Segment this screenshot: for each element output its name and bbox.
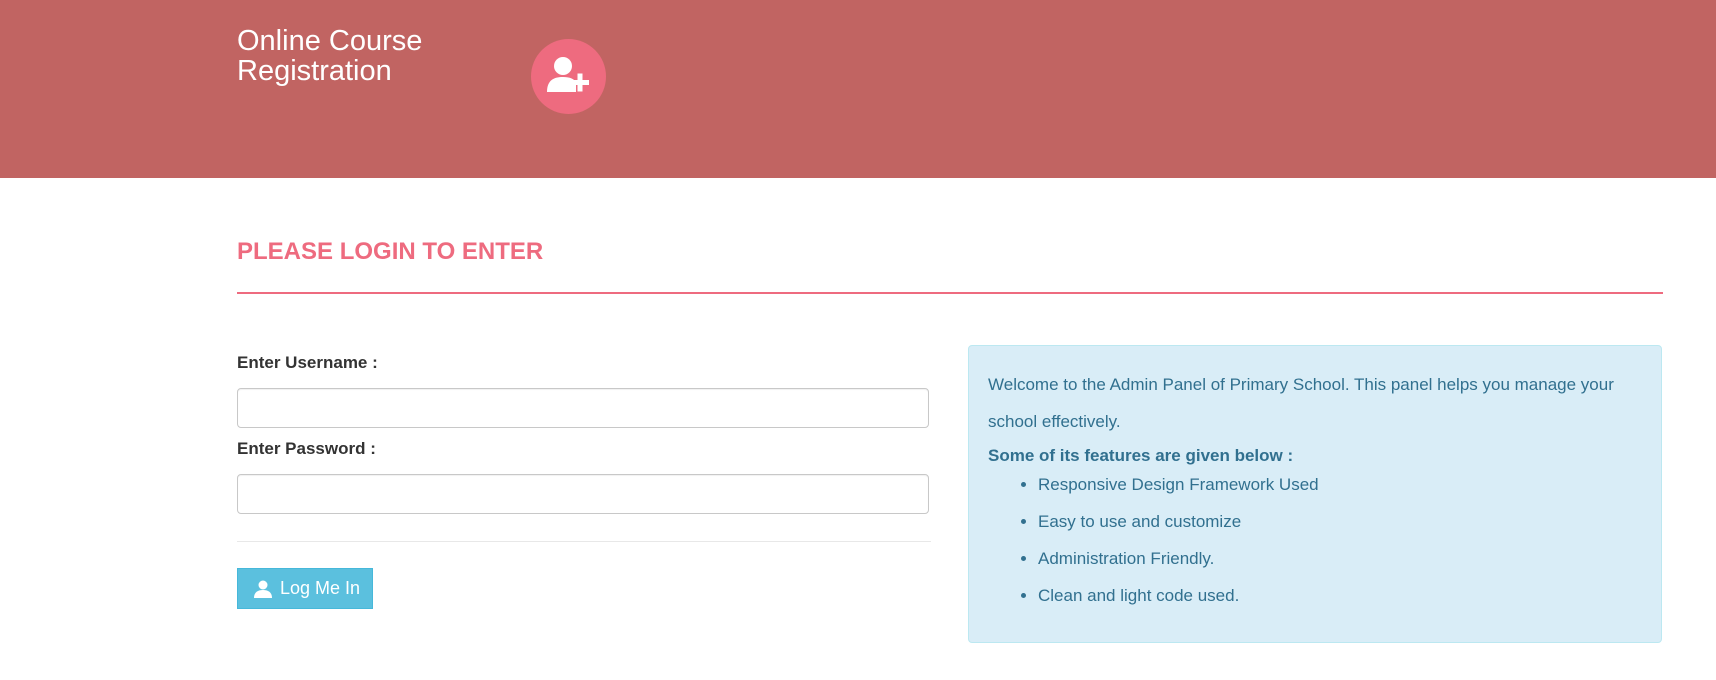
- list-item: Responsive Design Framework Used: [1038, 466, 1319, 503]
- login-button-label: Log Me In: [280, 578, 361, 598]
- user-plus-icon: [547, 57, 589, 92]
- username-label: Enter Username :: [237, 353, 378, 372]
- list-item: Clean and light code used.: [1038, 577, 1319, 614]
- info-intro: Welcome to the Admin Panel of Primary Sc…: [988, 375, 1614, 431]
- password-input[interactable]: [237, 474, 929, 514]
- username-input[interactable]: [237, 388, 929, 428]
- header-banner: Online Course Registration: [0, 0, 1716, 178]
- page-title: PLEASE LOGIN TO ENTER: [237, 238, 544, 265]
- brand-line-1: Online Course: [237, 25, 423, 57]
- list-item: Administration Friendly.: [1038, 540, 1319, 577]
- info-panel: Welcome to the Admin Panel of Primary Sc…: [968, 345, 1662, 643]
- list-item: Easy to use and customize: [1038, 503, 1319, 540]
- password-label: Enter Password :: [237, 439, 376, 458]
- brand-line-2: Registration: [237, 55, 392, 87]
- form-divider: [237, 541, 931, 542]
- site-brand[interactable]: Online Course Registration: [237, 26, 467, 86]
- title-divider: [237, 292, 1663, 294]
- features-heading: Some of its features are given below :: [988, 446, 1294, 465]
- logo: [531, 39, 606, 114]
- user-icon: [254, 580, 272, 598]
- features-list: Responsive Design Framework Used Easy to…: [988, 466, 1319, 614]
- login-button[interactable]: Log Me In: [237, 568, 373, 609]
